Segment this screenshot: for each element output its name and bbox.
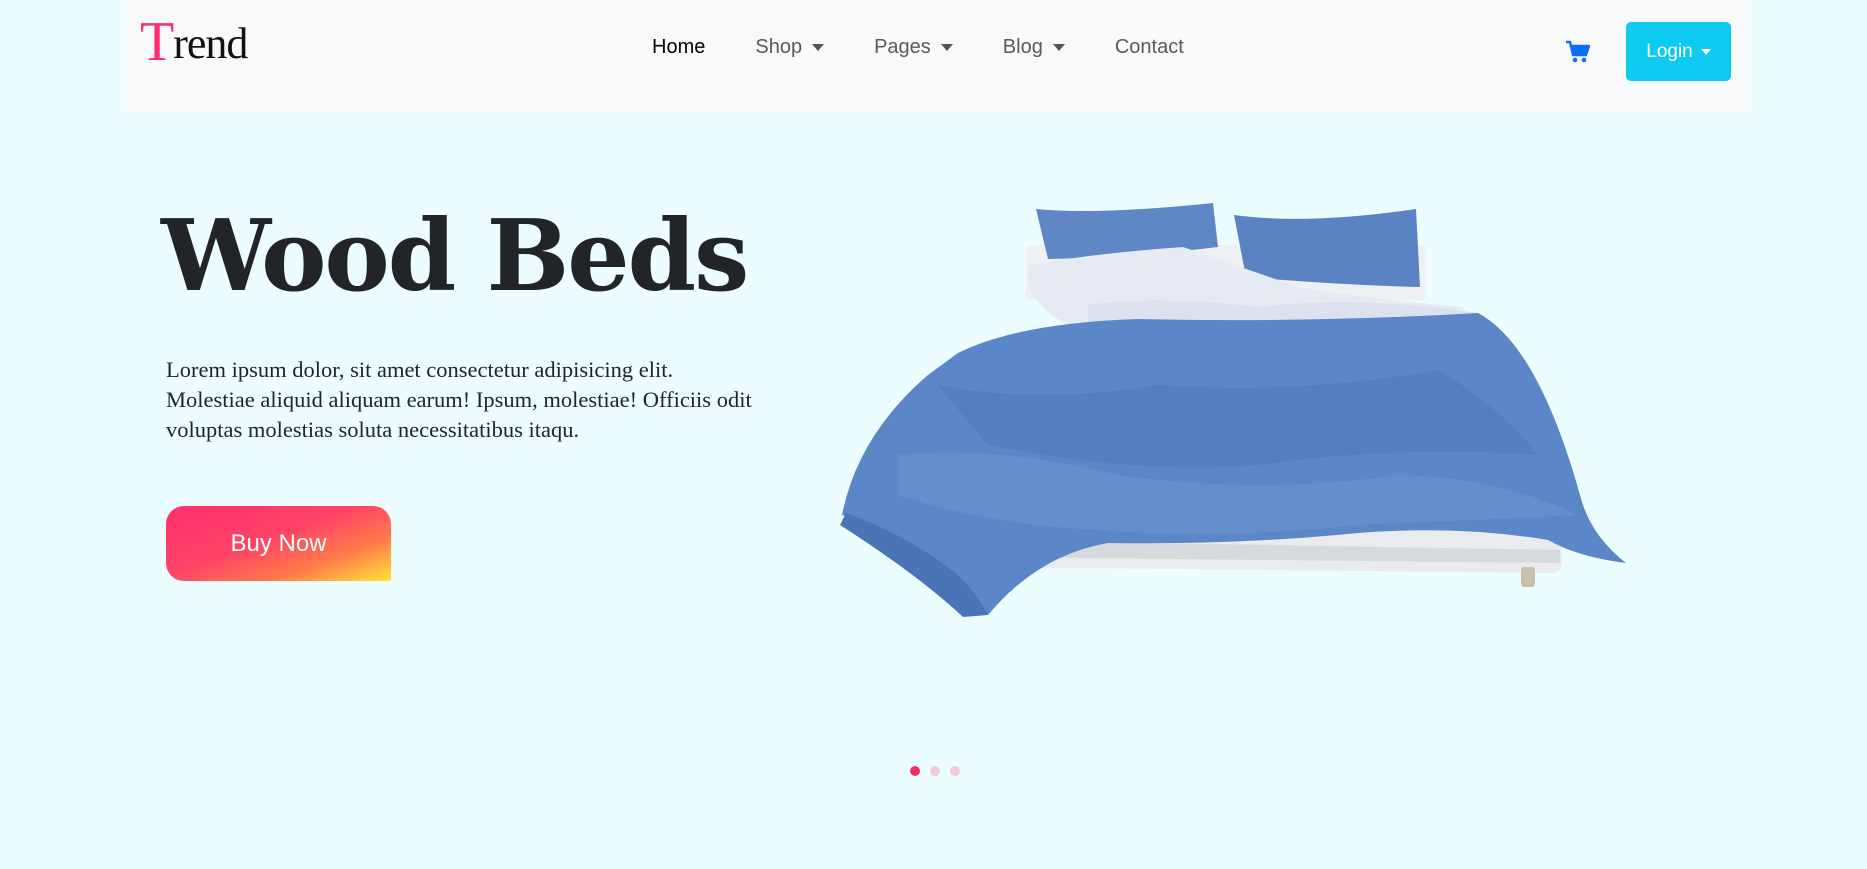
nav-home-label: Home: [652, 36, 706, 58]
page: Trend Home Shop Pages Blog Contact Login…: [0, 0, 1867, 869]
carousel-dot-1[interactable]: [910, 766, 920, 776]
nav-blog[interactable]: Blog: [1003, 36, 1065, 59]
nav-shop[interactable]: Shop: [755, 36, 825, 59]
login-button[interactable]: Login: [1626, 22, 1731, 81]
brand-logo[interactable]: Trend: [140, 11, 248, 73]
hero-title: Wood Beds: [161, 199, 749, 314]
brand-first-letter: T: [140, 11, 174, 73]
caret-down-icon: [1700, 48, 1711, 55]
carousel-indicators: [910, 766, 970, 776]
nav-links: Home Shop Pages Blog Contact: [652, 36, 1234, 59]
nav-pages-label: Pages: [874, 36, 931, 58]
hero-description: Lorem ipsum dolor, sit amet consectetur …: [166, 357, 752, 442]
nav-shop-label: Shop: [755, 36, 803, 58]
caret-down-icon: [1052, 44, 1065, 51]
nav-contact[interactable]: Contact: [1115, 36, 1184, 59]
brand-rest: rend: [173, 19, 248, 68]
login-label: Login: [1646, 40, 1693, 62]
navbar: Trend Home Shop Pages Blog Contact Login: [126, 0, 1747, 113]
nav-pages[interactable]: Pages: [874, 36, 953, 59]
nav-home[interactable]: Home: [652, 36, 705, 59]
nav-blog-label: Blog: [1002, 36, 1043, 58]
caret-down-icon: [940, 44, 953, 51]
cart-icon[interactable]: [1565, 40, 1591, 64]
carousel-dot-3[interactable]: [950, 766, 960, 776]
buy-now-label: Buy Now: [230, 529, 327, 557]
carousel-dot-2[interactable]: [930, 766, 940, 776]
buy-now-button[interactable]: Buy Now: [166, 506, 391, 581]
nav-contact-label: Contact: [1114, 36, 1184, 58]
caret-down-icon: [812, 44, 825, 51]
bed-image: [838, 195, 1628, 620]
